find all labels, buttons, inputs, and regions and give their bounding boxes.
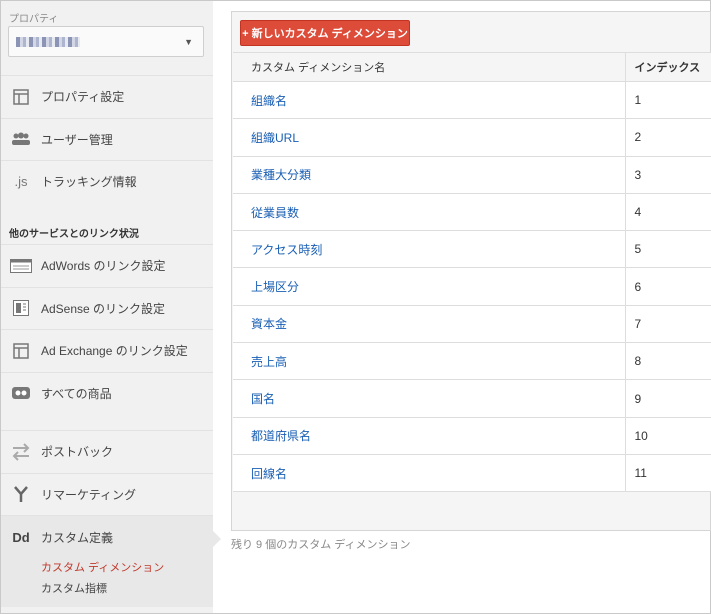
dimension-name-link[interactable]: 従業員数 [233, 193, 625, 232]
sidebar: プロパティ ▼ 他のサービスとのリンク状況 Dd カスタム定義 カスタム ディメ… [1, 1, 213, 613]
dimension-index: 4 [624, 193, 711, 232]
window-icon [1, 88, 41, 105]
custom-dimensions-table: カスタム ディメンション名 インデックス 組織名 1 組織URL 2 業種大分類 3 従業員… [233, 52, 711, 493]
dimension-name-link[interactable]: 売上高 [233, 342, 625, 381]
property-select[interactable]: ▼ [8, 26, 204, 57]
link-icon [1, 386, 41, 400]
dimension-index: 11 [624, 454, 711, 493]
table-row: 従業員数 4 [233, 193, 711, 232]
table-row: 都道府県名 10 [233, 417, 711, 455]
nav-adexchange-link[interactable]: Ad Exchange のリンク設定 [1, 329, 213, 371]
nav-adexchange-link-label: Ad Exchange のリンク設定 [41, 344, 188, 358]
dimension-name-link[interactable]: 業種大分類 [233, 156, 625, 194]
new-custom-dimension-button[interactable]: + 新しいカスタム ディメンション [240, 20, 410, 46]
dimension-name-link[interactable]: 組織URL [233, 118, 625, 157]
dimension-name-link[interactable]: 組織名 [233, 81, 625, 120]
nav-tracking-info[interactable]: .js トラッキング情報 [1, 160, 213, 202]
main-panel: + 新しいカスタム ディメンション カスタム ディメンション名 インデックス 組… [231, 11, 711, 531]
nav-custom-dimensions[interactable]: カスタム ディメンション [41, 558, 213, 579]
dimension-name-link[interactable]: アクセス時刻 [233, 230, 625, 269]
dimension-index: 6 [624, 267, 711, 306]
nav-postback-label: ポストバック [41, 445, 114, 459]
table-row: 国名 9 [233, 379, 711, 418]
users-icon [1, 132, 41, 146]
dimension-index: 9 [624, 379, 711, 418]
table-row: アクセス時刻 5 [233, 230, 711, 269]
remaining-count-text: 残り 9 個のカスタム ディメンション [231, 539, 411, 551]
nav-property-settings[interactable]: プロパティ設定 [1, 75, 213, 117]
nav-remarketing[interactable]: リマーケティング [1, 472, 213, 515]
table-row: 売上高 8 [233, 342, 711, 381]
nav-tracking-info-label: トラッキング情報 [41, 175, 137, 189]
dimension-index: 8 [624, 342, 711, 381]
table-row: 資本金 7 [233, 305, 711, 344]
dimension-name-link[interactable]: 資本金 [233, 305, 625, 344]
linked-services-title: 他のサービスとのリンク状況 [9, 229, 139, 240]
dimension-index: 10 [624, 417, 711, 455]
table-row: 業種大分類 3 [233, 156, 711, 194]
table-row: 回線名 11 [233, 454, 711, 493]
column-header-index[interactable]: インデックス [624, 52, 711, 82]
nav-adwords-link[interactable]: AdWords のリンク設定 [1, 244, 213, 286]
nav-postback[interactable]: ポストバック [1, 430, 213, 472]
dimension-name-link[interactable]: 国名 [233, 379, 625, 418]
adexchange-icon [1, 342, 41, 359]
swap-icon [1, 442, 41, 461]
nav-all-products[interactable]: すべての商品 [1, 371, 213, 414]
dimension-index: 2 [624, 118, 711, 157]
dd-icon: Dd [12, 529, 30, 545]
dimension-index: 1 [624, 81, 711, 120]
nav-property-settings-label: プロパティ設定 [41, 90, 125, 104]
nav-remarketing-label: リマーケティング [41, 487, 137, 502]
column-header-name[interactable]: カスタム ディメンション名 [233, 52, 625, 82]
nav-adsense-link-label: AdSense のリンク設定 [41, 301, 166, 316]
dimension-name-link[interactable]: 回線名 [233, 454, 625, 493]
nav-custom-definitions[interactable]: Dd カスタム定義 [1, 516, 213, 558]
nav-all-products-label: すべての商品 [41, 386, 112, 401]
nav-user-management-label: ユーザー管理 [41, 132, 113, 147]
nav-adsense-link[interactable]: AdSense のリンク設定 [1, 286, 213, 329]
nav-custom-metrics[interactable]: カスタム指標 [41, 579, 213, 600]
dimension-index: 3 [624, 156, 711, 194]
custom-definitions-group: Dd カスタム定義 カスタム ディメンション カスタム指標 [1, 515, 213, 607]
adwords-icon [1, 258, 41, 273]
dimension-index: 5 [624, 230, 711, 269]
table-row: 組織名 1 [233, 81, 711, 120]
js-icon: .js [14, 174, 28, 189]
nav-adwords-link-label: AdWords のリンク設定 [41, 259, 166, 273]
dimension-name-link[interactable]: 上場区分 [233, 267, 625, 306]
fork-icon [1, 485, 41, 503]
adsense-icon [1, 300, 41, 316]
chevron-down-icon: ▼ [184, 37, 193, 47]
dimension-name-link[interactable]: 都道府県名 [233, 417, 625, 455]
nav-custom-definitions-label: カスタム定義 [41, 530, 114, 545]
dimension-index: 7 [624, 305, 711, 344]
nav-user-management[interactable]: ユーザー管理 [1, 117, 213, 160]
table-row: 上場区分 6 [233, 267, 711, 306]
active-pointer [212, 530, 221, 548]
property-label: プロパティ [9, 14, 59, 25]
table-row: 組織URL 2 [233, 118, 711, 157]
property-value-redacted [16, 37, 80, 47]
